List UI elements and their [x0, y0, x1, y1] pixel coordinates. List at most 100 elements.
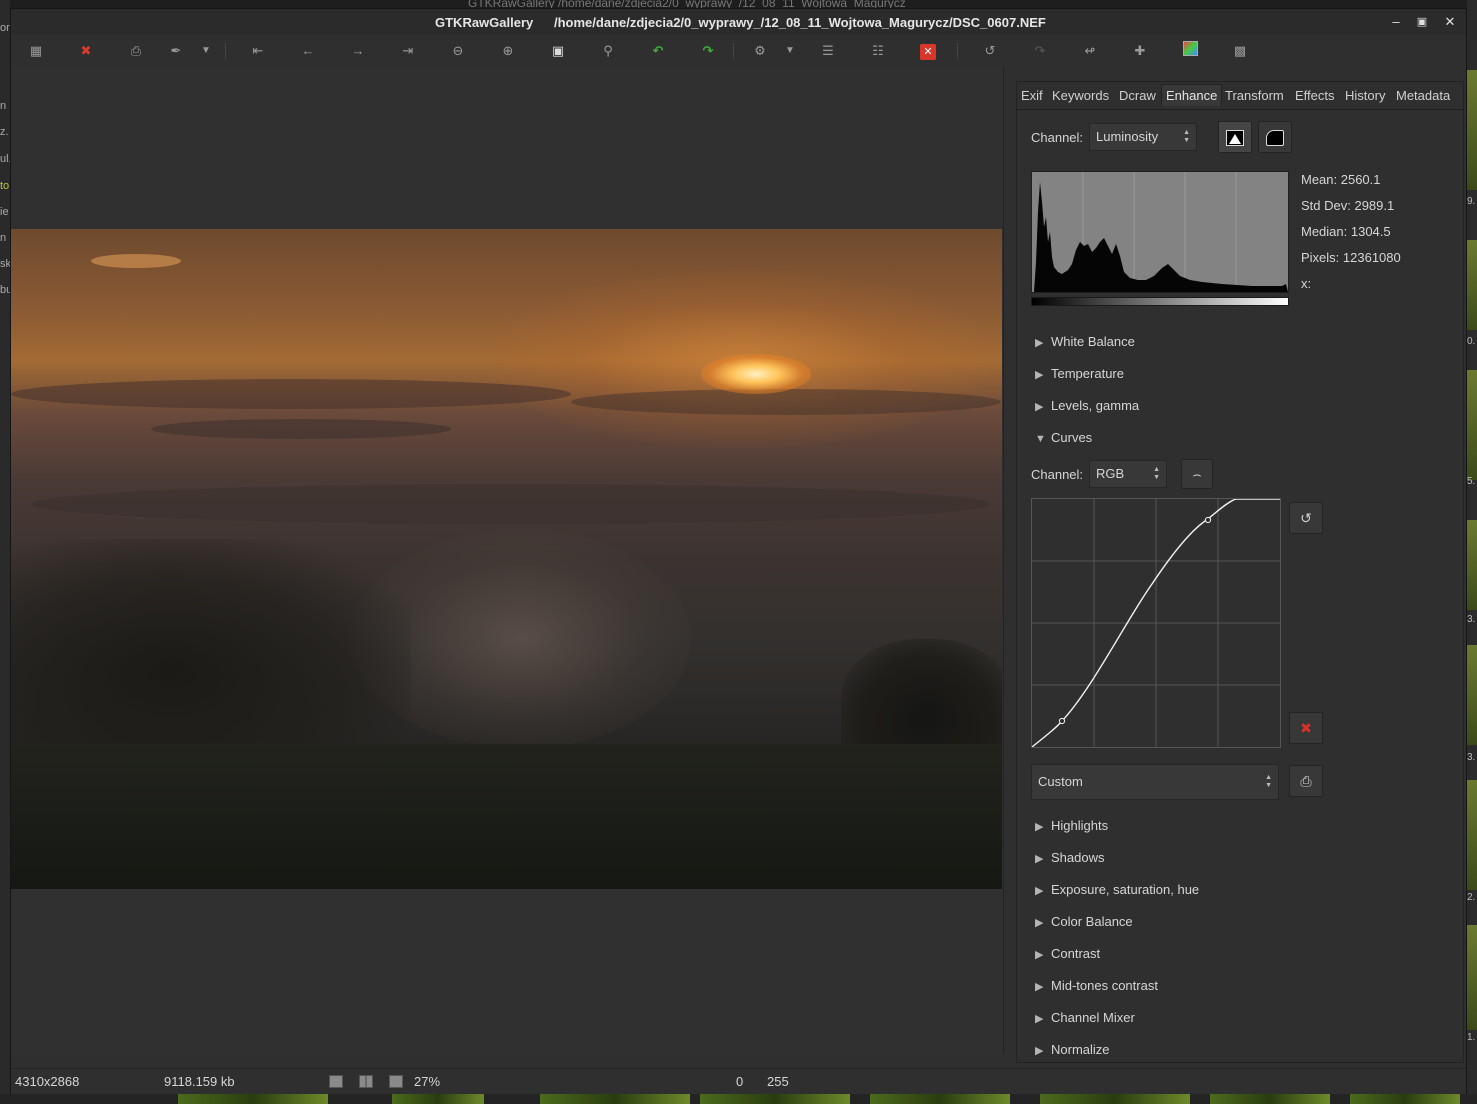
rotate-right-icon[interactable]: ↷ [697, 41, 719, 61]
tab-keywords[interactable]: Keywords [1052, 88, 1109, 103]
expanded-triangle-icon: ▼ [1035, 433, 1046, 445]
add-icon[interactable]: ✚ [1129, 41, 1151, 61]
section-white-balance[interactable]: ▶ White Balance [1035, 334, 1135, 349]
view-single-icon[interactable] [329, 1075, 343, 1088]
section-channel-mixer[interactable]: ▶ Channel Mixer [1035, 1010, 1135, 1025]
background-fragment: or [0, 22, 10, 34]
redo-icon[interactable]: ↷ [1029, 41, 1051, 61]
background-thumbnail [1467, 645, 1477, 745]
curves-channel-value: RGB [1096, 466, 1125, 481]
curve-delete-button[interactable]: ✖ [1289, 712, 1323, 744]
section-levels-gamma[interactable]: ▶ Levels, gamma [1035, 398, 1139, 413]
delete-icon[interactable]: ✖ [75, 41, 97, 61]
section-label: Levels, gamma [1051, 398, 1140, 413]
section-temperature[interactable]: ▶ Temperature [1035, 366, 1124, 381]
background-fragment: 9. [1467, 196, 1476, 207]
image-dimensions: 4310x2868 [15, 1074, 80, 1089]
histogram-log-button[interactable] [1258, 121, 1292, 153]
tab-metadata[interactable]: Metadata [1396, 88, 1450, 103]
zoom-in-icon[interactable]: ⊕ [497, 41, 519, 61]
list-icon[interactable]: ☰ [817, 41, 839, 61]
histogram-channel-value: Luminosity [1096, 129, 1159, 144]
tab-dcraw[interactable]: Dcraw [1119, 88, 1156, 103]
thumbnails-icon[interactable]: ▦ [25, 41, 47, 61]
tab-history[interactable]: History [1345, 88, 1385, 103]
collapsed-triangle-icon: ▶ [1035, 949, 1044, 961]
level-low: 0 [736, 1074, 744, 1089]
section-exposure-saturation-hue[interactable]: ▶ Exposure, saturation, hue [1035, 882, 1199, 897]
collapsed-triangle-icon: ▶ [1035, 337, 1044, 349]
histogram-gradient-bar [1031, 297, 1289, 306]
close-window-button[interactable]: ✕ [1441, 13, 1459, 31]
section-normalize[interactable]: ▶ Normalize [1035, 1042, 1110, 1057]
next-icon[interactable]: → [347, 41, 369, 61]
first-icon[interactable]: ⇤ [247, 41, 269, 61]
section-mid-tones-contrast[interactable]: ▶ Mid-tones contrast [1035, 978, 1158, 993]
image-viewer[interactable] [11, 67, 1004, 1054]
section-contrast[interactable]: ▶ Contrast [1035, 946, 1100, 961]
pixels-stat: Pixels: 12361080 [1301, 250, 1401, 265]
section-label: Color Balance [1051, 914, 1133, 929]
undo-icon[interactable]: ↺ [979, 41, 1001, 61]
tab-exif[interactable]: Exif [1021, 88, 1043, 103]
histogram-channel-select[interactable]: Luminosity ▲ ▼ [1089, 123, 1197, 151]
close-red-icon[interactable]: ✕ [917, 41, 939, 61]
last-icon[interactable]: ⇥ [397, 41, 419, 61]
tab-transform[interactable]: Transform [1225, 88, 1284, 103]
maximize-button[interactable]: ▣ [1413, 13, 1431, 31]
background-fragment: ie [0, 206, 9, 218]
std-dev-stat: Std Dev: 2989.1 [1301, 198, 1395, 213]
title-bar[interactable]: GTKRawGallery /home/dane/zdjecia2/0_wypr… [11, 9, 1466, 35]
settings-dropdown-icon[interactable]: ▼ [779, 41, 801, 61]
enhance-panel: Exif Keywords Dcraw Enhance Transform Effects… [1016, 81, 1464, 1063]
curve-preset-select[interactable]: Custom ▲ ▼ [1031, 764, 1279, 800]
rotate-left-icon[interactable]: ↶ [647, 41, 669, 61]
background-fragment: n [0, 232, 7, 244]
curve-smooth-button[interactable]: ⌢ [1181, 459, 1213, 489]
curve-graph[interactable] [1032, 499, 1280, 747]
curves-section-header[interactable]: ▼ Curves [1035, 430, 1092, 445]
curve-save-button[interactable]: ⎙ [1289, 765, 1323, 797]
color-icon[interactable] [1179, 41, 1201, 61]
print-icon[interactable]: ⎙ [125, 41, 147, 61]
section-label: Highlights [1051, 818, 1109, 833]
toolbar: ▦ ✖ ⎙ ✒ ▼ ⇤ ← → ⇥ ⊖ ⊕ ▣ ⚲ ↶ ↷ ⚙ ▼ ☰ ☷ ✕ … [11, 35, 1466, 67]
reset-icon[interactable]: ↫ [1079, 41, 1101, 61]
curve-reset-button[interactable]: ↺ [1289, 502, 1323, 534]
background-fragment: to [0, 180, 10, 192]
zoom-level: 27% [414, 1074, 441, 1089]
dropdown-icon[interactable]: ▼ [195, 41, 217, 61]
fullscreen-icon[interactable]: ▩ [1229, 41, 1251, 61]
view-compare-icon[interactable] [359, 1075, 373, 1088]
curves-channel-label: Channel: [1031, 467, 1084, 482]
section-label: White Balance [1051, 334, 1135, 349]
collapsed-triangle-icon: ▶ [1035, 401, 1044, 413]
zoom-out-icon[interactable]: ⊖ [447, 41, 469, 61]
histogram-linear-button[interactable] [1218, 121, 1252, 153]
background-thumbnail [1467, 925, 1477, 1030]
previous-icon[interactable]: ← [297, 41, 319, 61]
properties-icon[interactable]: ☷ [867, 41, 889, 61]
level-high: 255 [767, 1074, 789, 1089]
section-highlights[interactable]: ▶ Highlights [1035, 818, 1108, 833]
collapsed-triangle-icon: ▶ [1035, 1045, 1044, 1057]
fit-icon[interactable]: ▣ [547, 41, 569, 61]
photo[interactable] [11, 229, 1002, 889]
background-thumbnail [1467, 780, 1477, 890]
tab-effects[interactable]: Effects [1295, 88, 1335, 103]
collapsed-triangle-icon: ▶ [1035, 853, 1044, 865]
curve-editor[interactable] [1031, 498, 1281, 748]
histogram [1031, 171, 1289, 293]
minimize-button[interactable]: – [1387, 13, 1405, 31]
settings-icon[interactable]: ⚙ [749, 41, 771, 61]
zoom-100-icon[interactable]: ⚲ [597, 41, 619, 61]
brush-icon[interactable]: ✒ [165, 41, 187, 61]
view-fullscreen-icon[interactable] [389, 1075, 403, 1088]
background-fragment: ul. [0, 153, 10, 165]
section-shadows[interactable]: ▶ Shadows [1035, 850, 1104, 865]
section-color-balance[interactable]: ▶ Color Balance [1035, 914, 1133, 929]
status-bar: 4310x2868 9118.159 kb 27% 0 255 [11, 1068, 1466, 1094]
curves-channel-select[interactable]: RGB ▲ ▼ [1089, 460, 1167, 488]
tab-enhance[interactable]: Enhance [1161, 84, 1223, 106]
spin-arrows-icon: ▲ ▼ [1265, 774, 1272, 789]
